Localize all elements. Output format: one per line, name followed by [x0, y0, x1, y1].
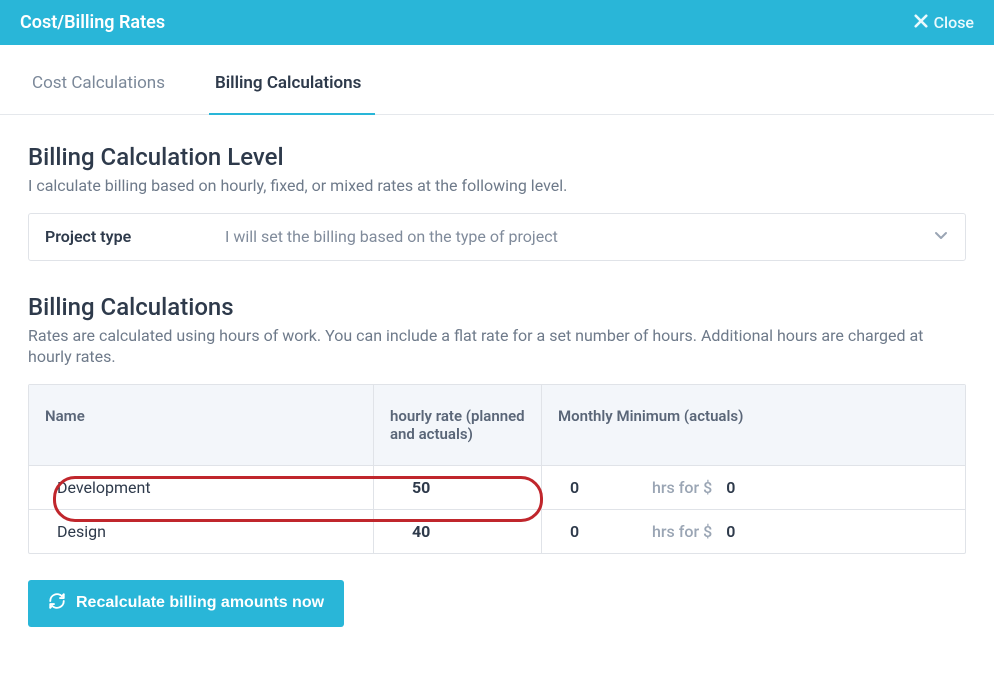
col-header-minimum: Monthly Minimum (actuals) — [542, 385, 965, 465]
billing-calculations-subtext: Rates are calculated using hours of work… — [28, 325, 966, 368]
min-hours-input[interactable]: 0 — [558, 478, 652, 497]
billing-level-section: Billing Calculation Level I calculate bi… — [28, 143, 966, 261]
min-hours-input[interactable]: 0 — [558, 522, 652, 541]
table-row: Development 50 0 hrs for $ 0 — [29, 465, 965, 509]
table-row: Design 40 0 hrs for $ 0 — [29, 509, 965, 553]
billing-level-heading: Billing Calculation Level — [28, 143, 966, 171]
refresh-icon — [48, 592, 66, 615]
tab-bar: Cost Calculations Billing Calculations — [0, 45, 994, 115]
rates-table: Name hourly rate (planned and actuals) M… — [28, 384, 966, 554]
close-label: Close — [934, 13, 974, 32]
billing-level-select[interactable]: Project type I will set the billing base… — [28, 213, 966, 261]
recalculate-label: Recalculate billing amounts now — [76, 594, 324, 612]
modal-title: Cost/Billing Rates — [20, 12, 165, 33]
billing-level-select-value: I will set the billing based on the type… — [225, 227, 933, 246]
recalculate-button[interactable]: Recalculate billing amounts now — [28, 580, 344, 627]
min-amount-input[interactable]: 0 — [712, 522, 735, 541]
close-icon — [914, 13, 928, 32]
col-header-rate: hourly rate (planned and actuals) — [374, 385, 542, 465]
close-button[interactable]: Close — [914, 13, 974, 32]
cell-hourly-rate[interactable]: 50 — [374, 466, 542, 509]
chevron-down-icon — [933, 227, 949, 247]
content-area: Billing Calculation Level I calculate bi… — [0, 115, 994, 647]
billing-calculations-section: Billing Calculations Rates are calculate… — [28, 293, 966, 627]
min-hours-label: hrs for $ — [652, 522, 712, 541]
col-header-name: Name — [29, 385, 374, 465]
tab-billing-calculations[interactable]: Billing Calculations — [209, 63, 375, 115]
billing-level-subtext: I calculate billing based on hourly, fix… — [28, 175, 966, 197]
cell-monthly-minimum: 0 hrs for $ 0 — [542, 466, 965, 509]
tab-cost-calculations[interactable]: Cost Calculations — [26, 63, 179, 114]
cell-monthly-minimum: 0 hrs for $ 0 — [542, 510, 965, 553]
modal-header: Cost/Billing Rates Close — [0, 0, 994, 45]
cell-name: Design — [29, 510, 374, 553]
billing-level-select-label: Project type — [45, 227, 225, 246]
min-hours-label: hrs for $ — [652, 478, 712, 497]
cell-name: Development — [29, 466, 374, 509]
billing-calculations-heading: Billing Calculations — [28, 293, 966, 321]
min-amount-input[interactable]: 0 — [712, 478, 735, 497]
cell-hourly-rate[interactable]: 40 — [374, 510, 542, 553]
table-header-row: Name hourly rate (planned and actuals) M… — [29, 385, 965, 465]
